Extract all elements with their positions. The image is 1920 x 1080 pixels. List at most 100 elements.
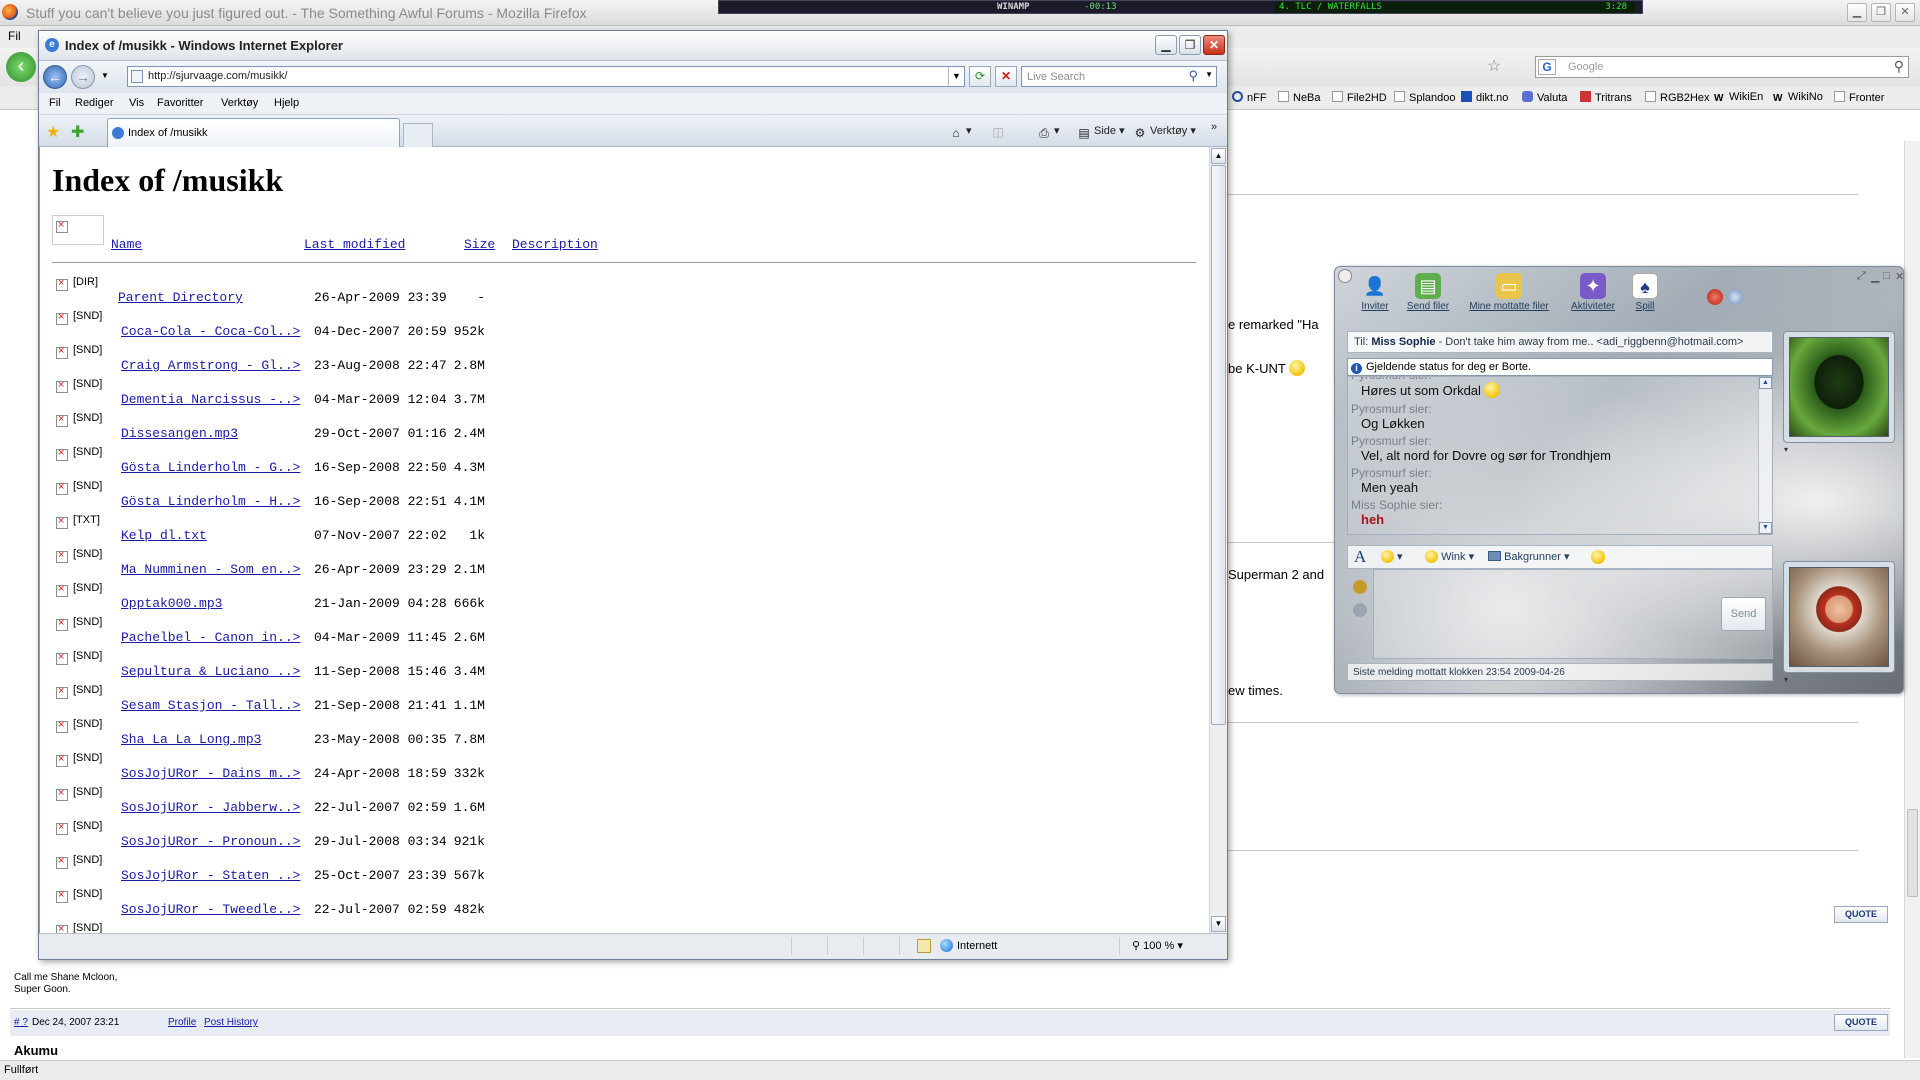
file-name-link[interactable]: Coca-Cola - Coca-Col..> xyxy=(121,324,300,339)
bookmark-file2hd[interactable]: File2HD xyxy=(1332,91,1387,104)
block-icon[interactable] xyxy=(1707,289,1723,305)
favorites-star-icon[interactable]: ★ xyxy=(46,122,60,142)
stop-button[interactable]: ✕ xyxy=(995,66,1017,87)
file-name-link[interactable]: Dissesangen.mp3 xyxy=(121,426,238,441)
bookmark-rgb2hex[interactable]: RGB2Hex xyxy=(1645,91,1710,104)
voice-clip-icon[interactable] xyxy=(1353,603,1367,617)
search-icon[interactable]: ⚲ xyxy=(1894,58,1904,75)
bookmark-neba[interactable]: NeBa xyxy=(1278,91,1321,104)
ie-back-button[interactable]: ← xyxy=(43,65,67,89)
ie-forward-button[interactable]: → xyxy=(71,65,95,89)
file-name-link[interactable]: Parent Directory xyxy=(118,290,243,305)
page-menu-button[interactable]: ▤ Side ▾ xyxy=(1077,124,1124,140)
post-id-link[interactable]: # ? xyxy=(14,1017,28,1028)
new-tab-button[interactable] xyxy=(403,123,433,147)
scroll-thumb[interactable] xyxy=(1907,809,1918,897)
bookmark-fronter[interactable]: Fronter xyxy=(1834,91,1884,104)
file-name-link[interactable]: Gösta Linderholm - H..> xyxy=(121,494,300,509)
picture-options-icon[interactable]: ▾ xyxy=(1784,675,1788,684)
games-button[interactable]: ♠ Spill xyxy=(1611,273,1679,312)
msn-maximize-button[interactable]: □ xyxy=(1883,270,1890,282)
bookmark-wikien[interactable]: W WikiEn xyxy=(1714,91,1763,104)
search-icon[interactable]: ⚲ xyxy=(1188,68,1198,84)
ie-minimize-button[interactable]: ▁ xyxy=(1155,35,1177,55)
file-name-link[interactable]: Gösta Linderholm - G..> xyxy=(121,460,300,475)
firefox-back-button[interactable]: ‹ xyxy=(6,52,36,82)
scroll-down-button[interactable]: ▼ xyxy=(1211,916,1226,932)
winamp-bar[interactable]: WINAMP -00:13 4. TLC / WATERFALLS 3:28 xyxy=(718,0,1643,14)
picture-options-icon[interactable]: ▾ xyxy=(1784,445,1788,454)
tools-menu-button[interactable]: ⚙ Verktøy ▾ xyxy=(1133,124,1196,140)
backgrounds-button[interactable]: Bakgrunner ▾ xyxy=(1488,550,1570,563)
message-input[interactable] xyxy=(1373,569,1773,659)
profile-link[interactable]: Profile xyxy=(168,1017,196,1028)
security-zone[interactable]: Internett xyxy=(940,939,997,952)
ie-search-box[interactable]: Live Search ⚲ ▼ xyxy=(1021,66,1217,87)
font-button[interactable]: A xyxy=(1354,547,1366,567)
file-name-link[interactable]: SosJojURor - Dains m..> xyxy=(121,766,300,781)
minimize-button[interactable]: ▁ xyxy=(1847,3,1867,22)
file-name-link[interactable]: Kelp_dl.txt xyxy=(121,528,207,543)
sort-by-name-link[interactable]: Name xyxy=(111,237,142,252)
display-picture-icon[interactable] xyxy=(1727,289,1743,305)
close-button[interactable]: ✕ xyxy=(1895,3,1915,22)
handwriting-icon[interactable] xyxy=(1353,580,1367,594)
firefox-menu-fil[interactable]: Fil xyxy=(8,29,21,43)
scroll-up-button[interactable]: ▲ xyxy=(1759,377,1772,389)
google-icon[interactable]: G xyxy=(1538,59,1556,75)
file-name-link[interactable]: SosJojURor - Tweedle..> xyxy=(121,902,300,917)
bookmark-wikino[interactable]: W WikiNo xyxy=(1773,91,1823,104)
chat-history-scrollbar[interactable]: ▲ ▼ xyxy=(1758,377,1772,534)
address-dropdown-icon[interactable]: ▼ xyxy=(948,67,964,86)
file-name-link[interactable]: Sha La La Long.mp3 xyxy=(121,732,261,747)
own-display-picture[interactable]: ▾ xyxy=(1783,561,1895,684)
bookmark-tritrans[interactable]: Tritrans xyxy=(1580,91,1632,104)
sort-by-size-link[interactable]: Size xyxy=(464,237,495,252)
ie-menu-verktoy[interactable]: Verktøy xyxy=(221,97,258,109)
firefox-scrollbar[interactable] xyxy=(1904,141,1920,1058)
firefox-search-box[interactable]: G Google ⚲ xyxy=(1535,56,1909,78)
ie-menu-fil[interactable]: Fil xyxy=(49,97,61,109)
quote-button[interactable]: QUOTE xyxy=(1834,1014,1888,1031)
ie-menu-favoritter[interactable]: Favoritter xyxy=(157,97,203,109)
history-dropdown-icon[interactable]: ▼ xyxy=(101,71,109,80)
sort-by-description-link[interactable]: Description xyxy=(512,237,598,252)
quote-button[interactable]: QUOTE xyxy=(1834,906,1888,923)
scroll-down-button[interactable]: ▼ xyxy=(1759,522,1772,534)
security-icon[interactable] xyxy=(917,939,931,953)
maximize-button[interactable]: ❐ xyxy=(1871,3,1891,22)
msn-restore-button[interactable]: ⤢ xyxy=(1857,270,1866,283)
file-name-link[interactable]: SosJojURor - Staten ..> xyxy=(121,868,300,883)
bookmark-dikt[interactable]: dikt.no xyxy=(1461,91,1508,104)
send-files-button[interactable]: ▤ Send filer xyxy=(1394,273,1462,312)
ie-maximize-button[interactable]: ❐ xyxy=(1179,35,1201,55)
send-button[interactable]: Send xyxy=(1721,597,1766,631)
post-history-link[interactable]: Post History xyxy=(204,1017,258,1028)
file-name-link[interactable]: Pachelbel - Canon in..> xyxy=(121,630,300,645)
file-name-link[interactable]: SosJojURor - Jabberw..> xyxy=(121,800,300,815)
file-name-link[interactable]: SosJojURor - Pronoun..> xyxy=(121,834,300,849)
bookmark-splandoo[interactable]: Splandoo xyxy=(1394,91,1456,104)
nudge-button[interactable] xyxy=(1588,550,1605,564)
msn-close-button[interactable]: ✕ xyxy=(1895,270,1903,283)
file-name-link[interactable]: Opptak000.mp3 xyxy=(121,596,222,611)
file-name-link[interactable]: Ma Numminen - Som en..> xyxy=(121,562,300,577)
file-name-link[interactable]: Sepultura & Luciano ..> xyxy=(121,664,300,679)
scroll-up-button[interactable]: ▲ xyxy=(1211,148,1226,164)
sort-by-modified-link[interactable]: Last modified xyxy=(304,237,405,252)
toolbar-overflow-chevron[interactable]: » xyxy=(1211,121,1217,133)
ie-close-button[interactable]: ✕ xyxy=(1203,35,1225,55)
bookmark-valuta[interactable]: Valuta xyxy=(1522,91,1567,104)
emoticon-button[interactable]: ▾ xyxy=(1378,550,1403,563)
ie-address-bar[interactable]: http://sjurvaage.com/musikk/ ▼ xyxy=(127,66,965,87)
msn-minimize-button[interactable]: ▁ xyxy=(1871,270,1879,283)
file-name-link[interactable]: Craig Armstrong - Gl..> xyxy=(121,358,300,373)
received-files-button[interactable]: ▭ Mine mottatte filer xyxy=(1461,273,1557,312)
scroll-thumb[interactable] xyxy=(1211,165,1226,725)
ie-url[interactable]: http://sjurvaage.com/musikk/ xyxy=(148,70,287,82)
bookmark-nff[interactable]: nFF xyxy=(1232,91,1267,104)
search-dropdown-icon[interactable]: ▼ xyxy=(1205,70,1213,79)
print-button[interactable]: ⎙ ▾ xyxy=(1037,124,1059,140)
add-favorite-icon[interactable]: ✚ xyxy=(71,122,84,142)
wink-button[interactable]: Wink ▾ xyxy=(1422,550,1474,563)
